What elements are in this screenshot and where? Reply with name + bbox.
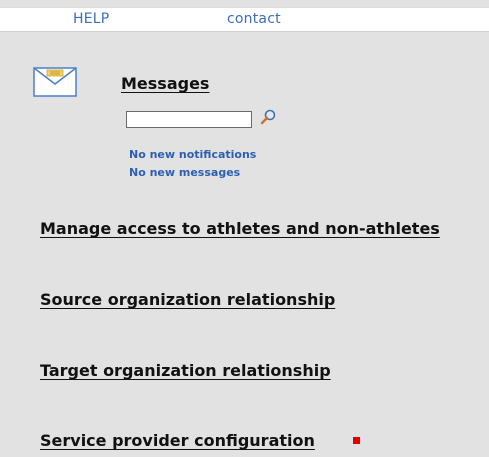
target-organization-link[interactable]: Target organization relationship (40, 361, 331, 380)
top-nav-strip: HELP contact (0, 7, 489, 32)
red-square-marker-icon (353, 437, 360, 444)
message-search-input[interactable] (126, 111, 252, 128)
notifications-status-link[interactable]: No new notifications (129, 148, 256, 161)
contact-link[interactable]: contact (227, 11, 281, 27)
envelope-icon[interactable] (33, 67, 77, 97)
top-nav-bar: HELP contact (0, 0, 489, 34)
manage-access-link[interactable]: Manage access to athletes and non-athlet… (40, 219, 440, 238)
messages-link[interactable]: Messages (121, 74, 209, 93)
magnifier-icon[interactable] (259, 108, 277, 126)
help-link[interactable]: HELP (73, 11, 109, 27)
service-provider-link[interactable]: Service provider configuration (40, 431, 315, 450)
source-organization-link[interactable]: Source organization relationship (40, 290, 335, 309)
messages-status-link[interactable]: No new messages (129, 166, 240, 179)
